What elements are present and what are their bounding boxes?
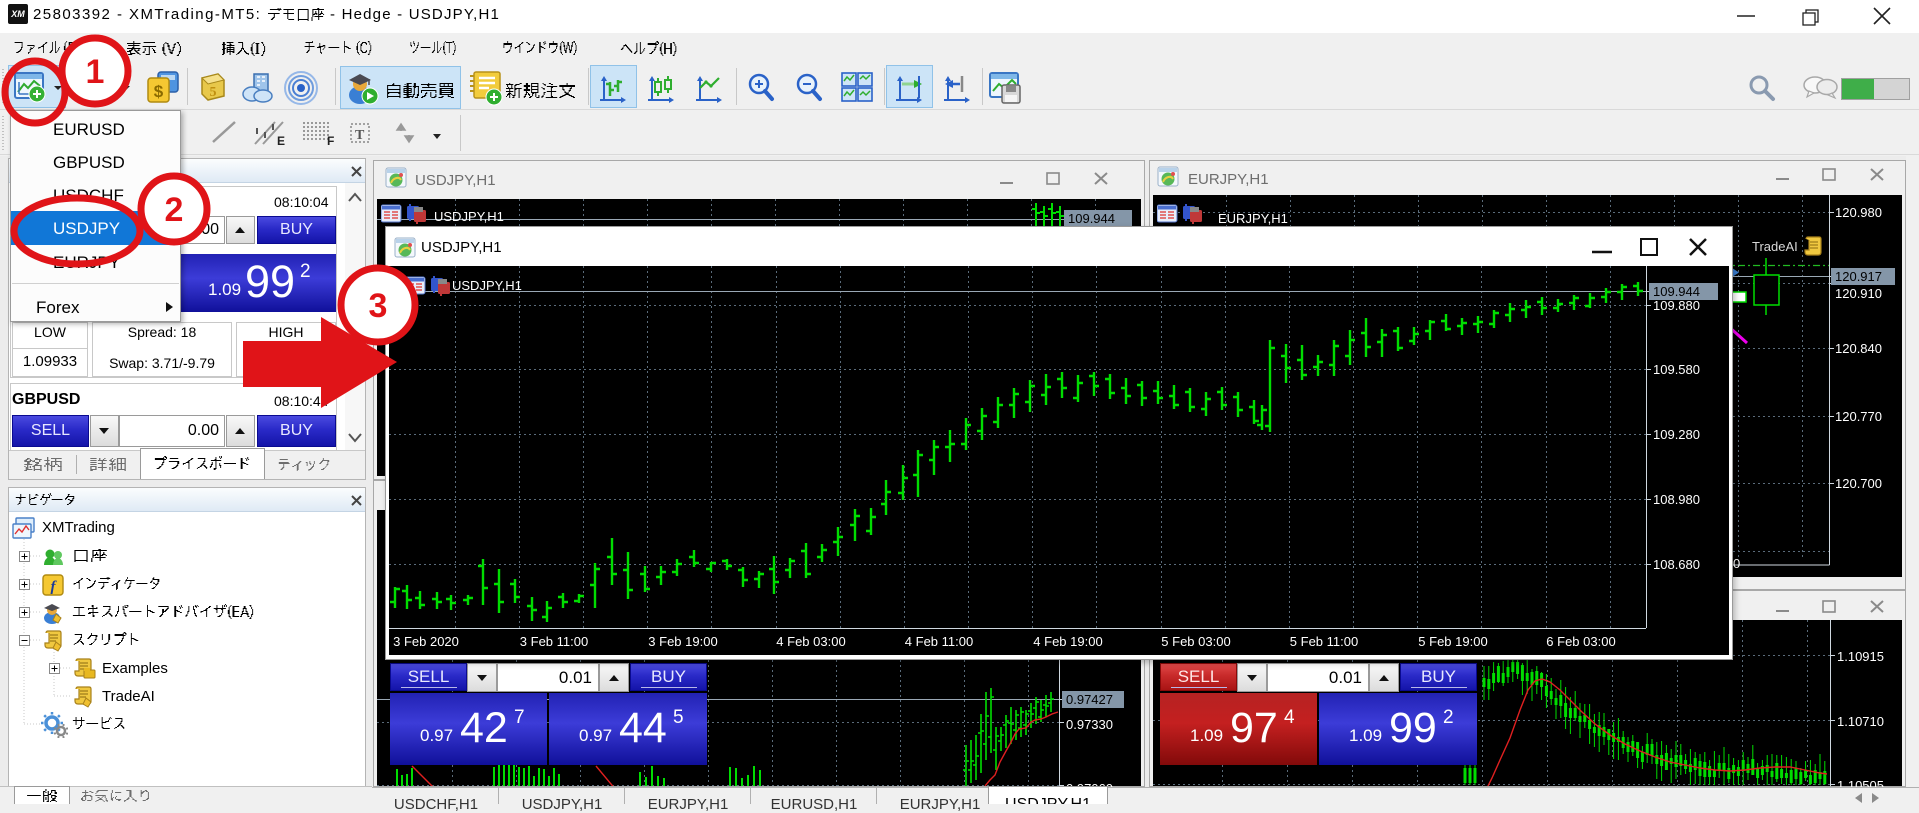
svg-text:5: 5 bbox=[210, 85, 217, 100]
svg-text:F: F bbox=[327, 134, 334, 148]
svg-text:E: E bbox=[277, 134, 285, 148]
svg-text:$: $ bbox=[154, 82, 164, 101]
svg-text:T: T bbox=[355, 128, 365, 143]
